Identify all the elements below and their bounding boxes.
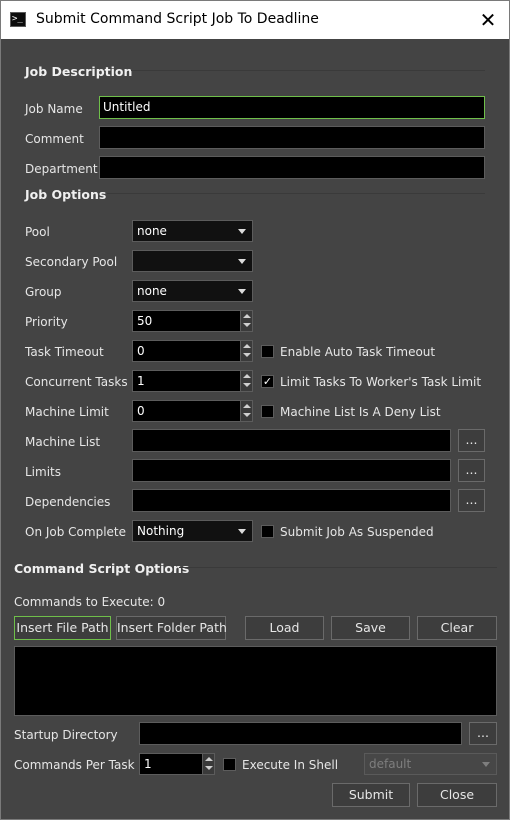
on-job-complete-value: Nothing (137, 524, 185, 538)
section-divider (131, 70, 485, 71)
machine-list-label: Machine List (25, 435, 101, 449)
enable-auto-timeout-checkbox[interactable] (261, 345, 274, 358)
spin-down-icon[interactable] (243, 413, 251, 417)
title-bar: >_ Submit Command Script Job To Deadline… (1, 1, 509, 39)
spin-down-icon[interactable] (205, 766, 213, 770)
pool-value: none (137, 224, 167, 238)
machine-list-input[interactable] (132, 429, 451, 452)
shell-select: default (364, 753, 497, 775)
command-script-heading: Command Script Options (14, 561, 190, 576)
pool-label: Pool (25, 225, 50, 239)
limits-browse-button[interactable]: ... (458, 459, 485, 482)
spin-buttons[interactable] (240, 371, 252, 391)
chevron-down-icon (482, 762, 490, 767)
spin-up-icon[interactable] (243, 404, 251, 408)
job-description-heading: Job Description (25, 64, 133, 79)
task-timeout-label: Task Timeout (25, 345, 104, 359)
secondary-pool-label: Secondary Pool (25, 255, 118, 269)
comment-input[interactable] (99, 126, 485, 149)
spin-down-icon[interactable] (243, 353, 251, 357)
machine-limit-value: 0 (137, 404, 145, 418)
close-button[interactable]: Close (417, 783, 497, 807)
secondary-pool-select[interactable] (132, 250, 253, 272)
concurrent-tasks-spinbox[interactable]: 1 (132, 370, 253, 392)
submit-suspended-label: Submit Job As Suspended (280, 525, 434, 539)
limit-tasks-checkbox[interactable]: ✓ (261, 375, 274, 388)
task-timeout-spinbox[interactable]: 0 (132, 340, 253, 362)
spin-up-icon[interactable] (243, 314, 251, 318)
department-label: Department (25, 162, 98, 176)
window-title: Submit Command Script Job To Deadline (36, 11, 319, 27)
deny-list-checkbox[interactable] (261, 405, 274, 418)
job-name-label: Job Name (25, 102, 83, 116)
priority-label: Priority (25, 315, 68, 329)
execute-in-shell-checkbox[interactable] (223, 758, 236, 771)
spin-buttons[interactable] (240, 311, 252, 331)
priority-value: 50 (137, 314, 153, 328)
commands-per-task-value: 1 (144, 757, 152, 771)
machine-list-browse-button[interactable]: ... (458, 429, 485, 452)
machine-limit-spinbox[interactable]: 0 (132, 400, 253, 422)
spin-buttons[interactable] (240, 341, 252, 361)
commands-per-task-spinbox[interactable]: 1 (139, 753, 215, 775)
spin-up-icon[interactable] (243, 374, 251, 378)
job-name-input[interactable]: Untitled (99, 96, 485, 119)
comment-label: Comment (25, 132, 84, 146)
commands-textarea[interactable] (14, 646, 497, 716)
group-label: Group (25, 285, 62, 299)
deny-list-label: Machine List Is A Deny List (280, 405, 441, 419)
execute-in-shell-label: Execute In Shell (242, 758, 339, 772)
dependencies-input[interactable] (132, 489, 451, 512)
spin-buttons[interactable] (240, 401, 252, 421)
job-options-heading: Job Options (25, 187, 107, 202)
shell-value: default (369, 757, 412, 771)
priority-spinbox[interactable]: 50 (132, 310, 253, 332)
department-input[interactable] (99, 156, 485, 179)
group-value: none (137, 284, 167, 298)
close-icon[interactable]: ✕ (467, 3, 509, 37)
enable-auto-timeout-label: Enable Auto Task Timeout (280, 345, 436, 359)
machine-limit-label: Machine Limit (25, 405, 109, 419)
dependencies-label: Dependencies (25, 495, 111, 509)
submit-button[interactable]: Submit (332, 783, 410, 807)
pool-select[interactable]: none (132, 220, 253, 242)
terminal-icon: >_ (10, 12, 26, 27)
chevron-down-icon (238, 529, 246, 534)
insert-file-path-button[interactable]: Insert File Path (14, 616, 111, 640)
limits-label: Limits (25, 465, 61, 479)
insert-folder-path-button[interactable]: Insert Folder Path (116, 616, 227, 640)
chevron-down-icon (238, 229, 246, 234)
on-job-complete-label: On Job Complete (25, 525, 127, 539)
startup-directory-browse-button[interactable]: ... (469, 722, 497, 745)
spin-down-icon[interactable] (243, 323, 251, 327)
task-timeout-value: 0 (137, 344, 145, 358)
section-divider (179, 567, 497, 568)
commands-count-label: Commands to Execute: 0 (14, 595, 166, 609)
chevron-down-icon (238, 289, 246, 294)
spin-buttons[interactable] (202, 754, 214, 774)
commands-per-task-label: Commands Per Task (14, 758, 135, 772)
save-button[interactable]: Save (331, 616, 410, 640)
limits-input[interactable] (132, 459, 451, 482)
load-button[interactable]: Load (245, 616, 324, 640)
dialog-window: >_ Submit Command Script Job To Deadline… (0, 0, 510, 820)
spin-down-icon[interactable] (243, 383, 251, 387)
spin-up-icon[interactable] (205, 757, 213, 761)
concurrent-tasks-label: Concurrent Tasks (25, 375, 128, 389)
limit-tasks-label: Limit Tasks To Worker's Task Limit (280, 375, 482, 389)
spin-up-icon[interactable] (243, 344, 251, 348)
concurrent-tasks-value: 1 (137, 374, 145, 388)
clear-button[interactable]: Clear (417, 616, 497, 640)
startup-directory-input[interactable] (139, 722, 462, 745)
dependencies-browse-button[interactable]: ... (458, 489, 485, 512)
on-job-complete-select[interactable]: Nothing (132, 520, 253, 542)
chevron-down-icon (238, 259, 246, 264)
section-divider (107, 193, 485, 194)
submit-suspended-checkbox[interactable] (261, 525, 274, 538)
startup-directory-label: Startup Directory (14, 728, 118, 742)
group-select[interactable]: none (132, 280, 253, 302)
